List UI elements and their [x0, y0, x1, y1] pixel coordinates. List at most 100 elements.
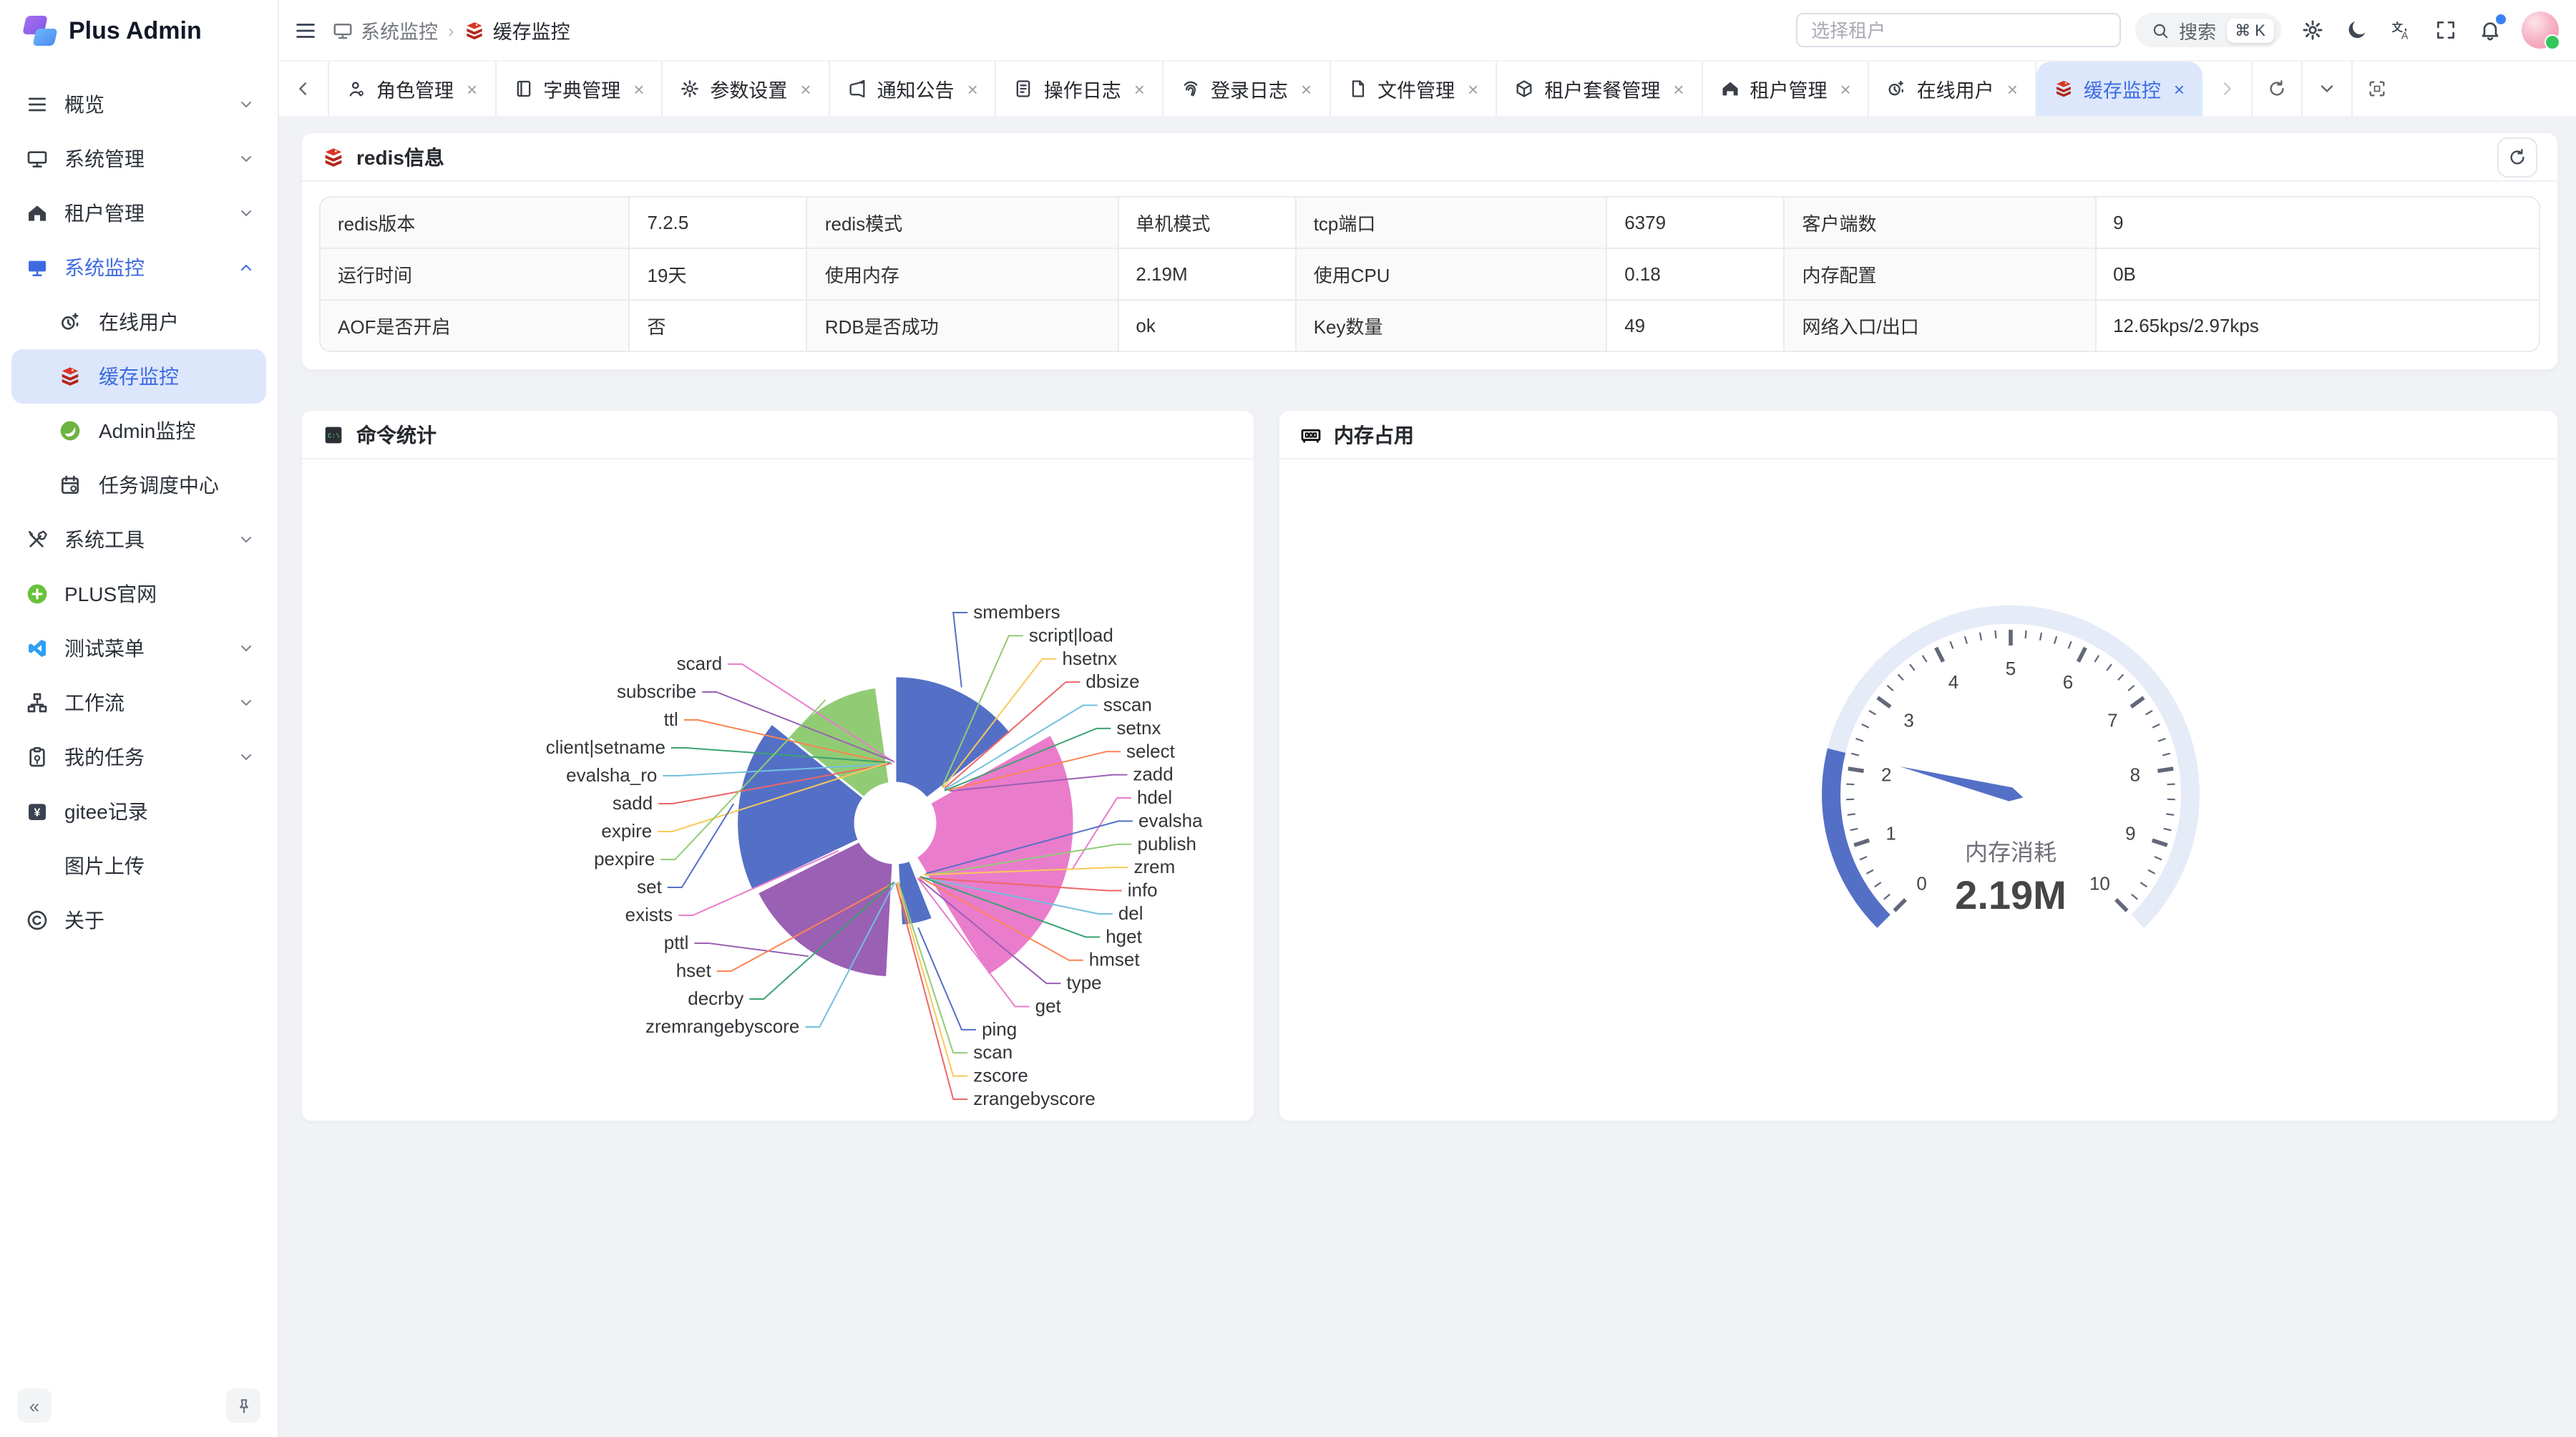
info-label: 内存配置: [1785, 249, 2097, 301]
tenant-select-input[interactable]: [1795, 13, 2120, 47]
sidebar-item-overview[interactable]: 概览: [11, 77, 266, 132]
sidebar-item-image-upload[interactable]: 图片上传: [11, 839, 266, 893]
close-icon[interactable]: ×: [467, 78, 477, 99]
tab-dict-management[interactable]: 字典管理 ×: [496, 62, 663, 116]
close-icon[interactable]: ×: [2174, 78, 2185, 99]
copyright-icon-icon: [26, 909, 49, 932]
rose-label-decrby: decrby: [688, 988, 743, 1009]
rose-label-sadd: sadd: [613, 792, 653, 814]
sidebar-item-test-menu[interactable]: 测试菜单: [11, 621, 266, 676]
gauge-tick-label: 0: [1916, 872, 1926, 894]
tab-cache-monitoring[interactable]: 缓存监控 ×: [2036, 62, 2202, 116]
sidebar-item-label: 关于: [64, 906, 255, 935]
command-stats-rose-chart[interactable]: smembersscript|loadhsetnxdbsizesscansetn…: [302, 459, 1254, 1124]
breadcrumb-item[interactable]: 系统监控: [332, 16, 438, 44]
app-logo[interactable]: Plus Admin: [0, 0, 278, 54]
close-icon[interactable]: ×: [633, 78, 644, 99]
sidebar-item-system-monitoring[interactable]: 系统监控: [11, 240, 266, 295]
sidebar-item-my-tasks[interactable]: 我的任务: [11, 730, 266, 784]
gauge-tick: [1846, 784, 1854, 785]
sidebar-item-cache-monitoring[interactable]: 缓存监控: [11, 349, 266, 404]
tabs-scroll-left-button[interactable]: [279, 62, 329, 116]
header-actions: 文A: [2296, 13, 2507, 47]
sidebar-item-plus-website[interactable]: PLUS官网: [11, 567, 266, 621]
tab-tenant-package-management[interactable]: 租户套餐管理 ×: [1497, 62, 1702, 116]
sidebar: Plus Admin 概览 系统管理 租户管理: [0, 0, 279, 1437]
close-icon[interactable]: ×: [1134, 78, 1145, 99]
sidebar-item-gitee-records[interactable]: ¥ gitee记录: [11, 784, 266, 839]
sidebar-item-about[interactable]: 关于: [11, 893, 266, 948]
language-toggle-button[interactable]: 文A: [2384, 13, 2419, 47]
expand-icon: [2434, 19, 2457, 42]
sidebar-pin-button[interactable]: [226, 1388, 260, 1423]
sidebar-item-label: gitee记录: [64, 797, 255, 826]
gauge-tick: [1875, 882, 1881, 887]
info-value: 单机模式: [1118, 196, 1296, 249]
close-icon[interactable]: ×: [1468, 78, 1478, 99]
gauge-tick: [1860, 857, 1867, 859]
settings-button[interactable]: [2296, 13, 2330, 47]
notifications-button[interactable]: [2473, 13, 2507, 47]
close-icon[interactable]: ×: [1673, 78, 1684, 99]
tab-role-management[interactable]: 角色管理 ×: [329, 62, 496, 116]
close-icon[interactable]: ×: [2007, 78, 2018, 99]
app-logo-icon: [23, 14, 57, 49]
sidebar-item-system-management[interactable]: 系统管理: [11, 132, 266, 186]
tab-file-management[interactable]: 文件管理 ×: [1330, 62, 1497, 116]
sidebar-item-admin-monitoring[interactable]: Admin监控: [11, 404, 266, 458]
sidebar-item-tenant-management[interactable]: 租户管理: [11, 186, 266, 240]
sidebar-item-system-tools[interactable]: 系统工具: [11, 512, 266, 567]
tab-param-settings[interactable]: 参数设置 ×: [663, 62, 829, 116]
breadcrumb-item[interactable]: 缓存监控: [464, 16, 570, 44]
sidebar-item-label: 在线用户: [99, 308, 255, 336]
gauge-tick: [1850, 829, 1858, 830]
rose-label-script|load: script|load: [1029, 624, 1113, 646]
theme-toggle-button[interactable]: [2340, 13, 2374, 47]
svg-text:C:\: C:\: [328, 431, 340, 439]
rose-slice-scard[interactable]: [894, 766, 895, 783]
info-value: 0.18: [1607, 249, 1785, 301]
sidebar-collapse-button[interactable]: «: [17, 1388, 52, 1423]
svg-text:A: A: [2401, 30, 2409, 42]
tab-online-users[interactable]: 在线用户 ×: [1870, 62, 2036, 116]
rose-label-dbsize: dbsize: [1085, 671, 1139, 692]
close-icon[interactable]: ×: [800, 78, 811, 99]
menu-toggle-button[interactable]: [293, 18, 318, 42]
sidebar-item-label: 系统监控: [64, 253, 238, 282]
gauge-tick: [1856, 739, 1863, 741]
sidebar-item-online-users[interactable]: 在线用户: [11, 295, 266, 349]
close-icon[interactable]: ×: [1840, 78, 1851, 99]
sidebar-item-workflow[interactable]: 工作流: [11, 676, 266, 730]
label-line: [668, 804, 733, 887]
gauge-tick: [2131, 698, 2144, 707]
chevron-down-icon: [238, 640, 255, 657]
tab-tenant-management[interactable]: 租户管理 ×: [1703, 62, 1870, 116]
rose-label-client|setname: client|setname: [546, 736, 665, 758]
gauge-tick: [1898, 674, 1903, 680]
tab-login-log[interactable]: 登录日志 ×: [1163, 62, 1330, 116]
info-value: 9: [2096, 196, 2540, 249]
memory-gauge-chart[interactable]: 012345678910内存消耗2.19M: [1279, 459, 2557, 1124]
sidebar-item-task-scheduling-center[interactable]: 任务调度中心: [11, 458, 266, 512]
close-icon[interactable]: ×: [1301, 78, 1312, 99]
sidebar-item-label: PLUS官网: [64, 580, 255, 608]
refresh-button[interactable]: [2497, 137, 2537, 177]
tabs-more-button[interactable]: [2301, 62, 2351, 116]
rose-label-pexpire: pexpire: [594, 848, 655, 869]
tabs-scroll-right-button[interactable]: [2202, 62, 2250, 116]
redis-info-card: redis信息 redis版本7.2.5redis模式单机模式tcp端口6379…: [301, 132, 2559, 371]
monitor-icon-icon: [26, 147, 49, 170]
close-icon[interactable]: ×: [967, 78, 978, 99]
table-row: redis版本7.2.5redis模式单机模式tcp端口6379客户端数9: [319, 196, 2540, 249]
tab-operation-log[interactable]: 操作日志 ×: [997, 62, 1163, 116]
tab-refresh-button[interactable]: [2250, 62, 2301, 116]
tab-label: 通知公告: [877, 74, 955, 103]
global-search[interactable]: 搜索 ⌘ K: [2135, 13, 2281, 47]
tab-notice-announcement[interactable]: 通知公告 ×: [830, 62, 997, 116]
fullscreen-toggle-button[interactable]: [2429, 13, 2463, 47]
rose-label-set: set: [637, 876, 662, 897]
gauge-tick: [2118, 674, 2123, 680]
tab-maximize-button[interactable]: [2351, 62, 2401, 116]
gauge-tick: [2158, 739, 2165, 741]
avatar[interactable]: [2522, 11, 2559, 49]
